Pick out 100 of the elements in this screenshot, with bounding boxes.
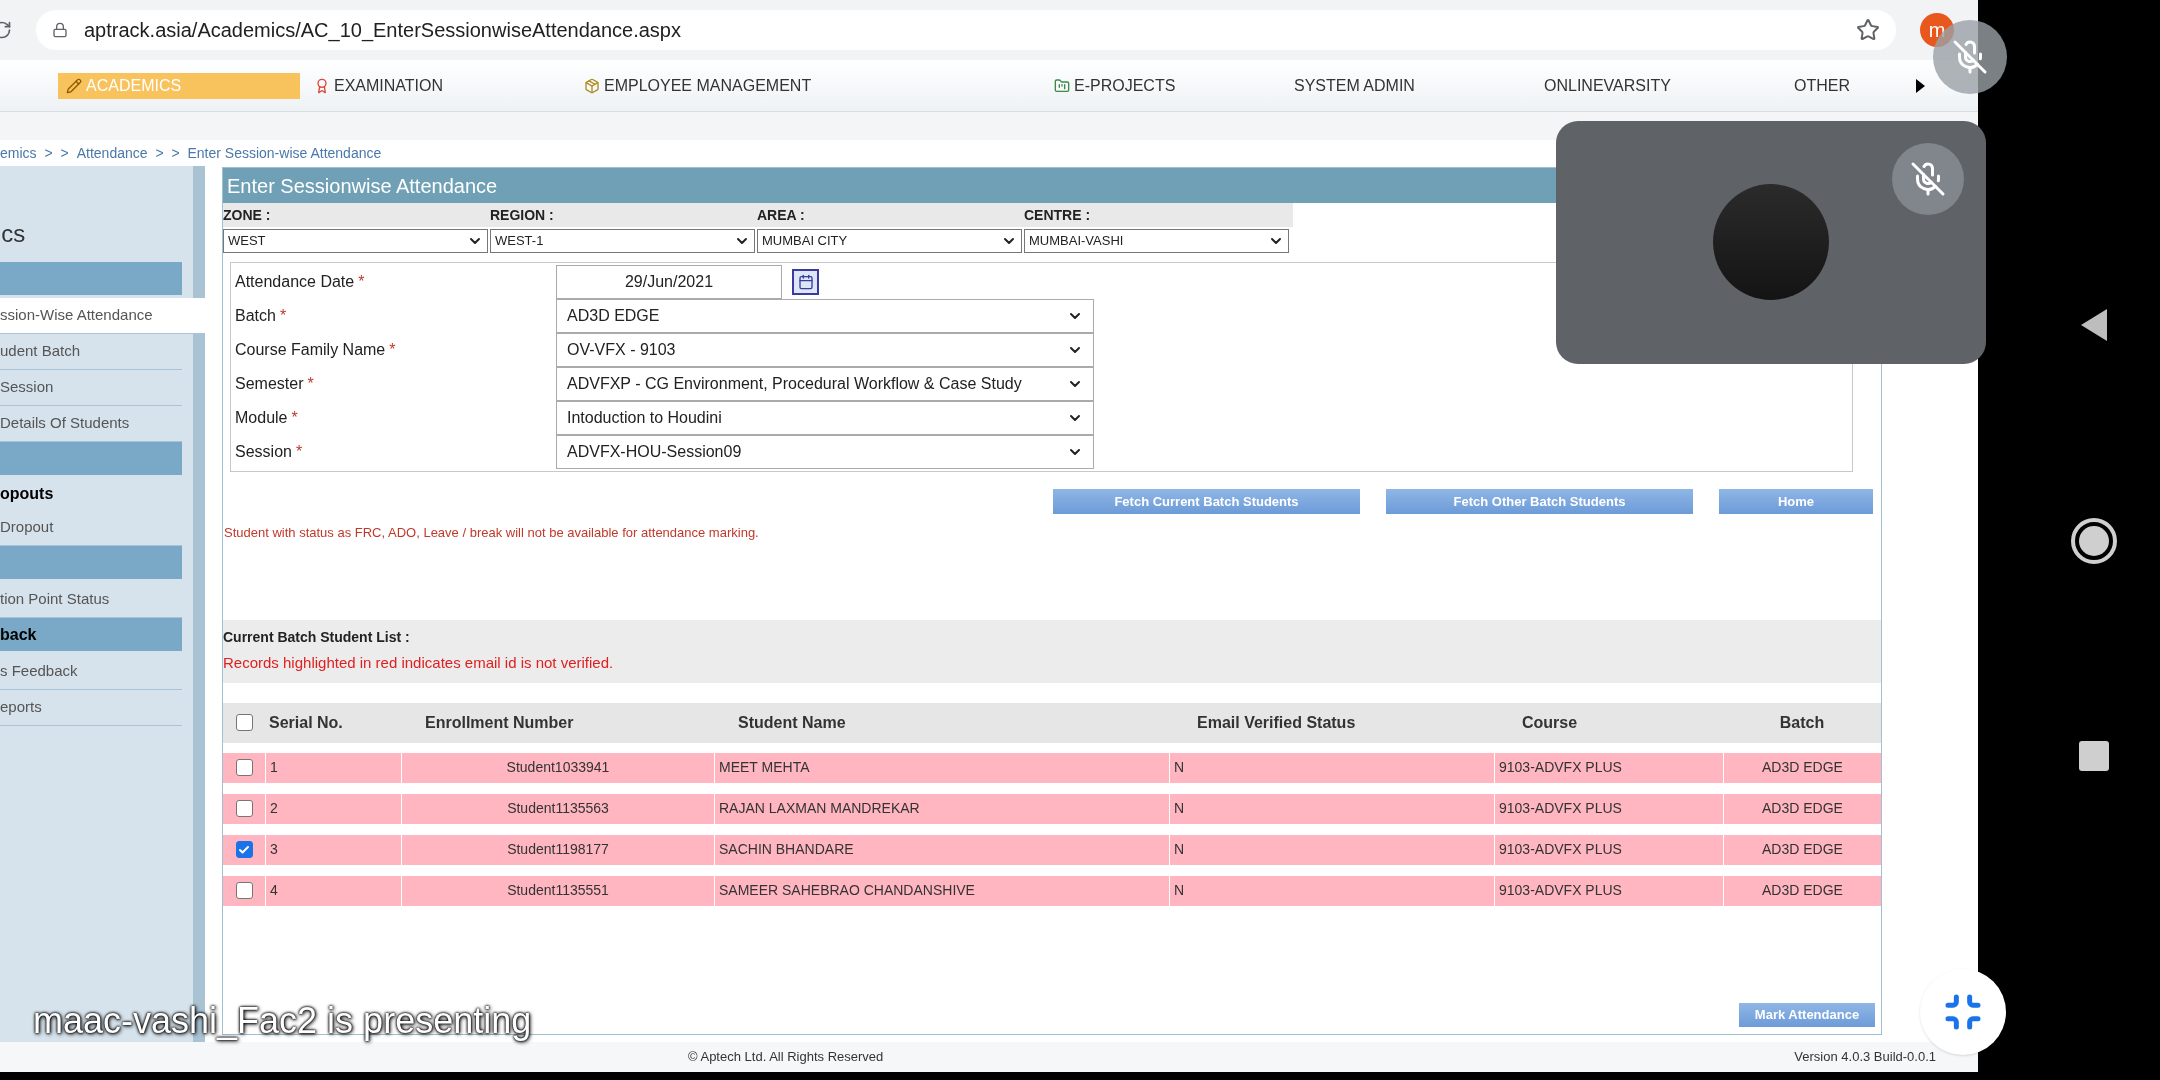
back-icon[interactable] [2081,308,2107,341]
breadcrumb-text: > > [44,143,69,163]
filter-dropdown[interactable]: MUMBAI-VASHI [1024,229,1289,253]
calendar-icon[interactable] [792,269,819,295]
required-mark: * [295,442,303,462]
column-header: Student Name [738,713,846,731]
table-cell-text: Student1033941 [506,758,610,777]
checkbox[interactable] [235,714,253,731]
required-mark: * [279,306,287,326]
exit-fullscreen-icon [1943,992,1983,1032]
table-cell-text: 1 [270,758,278,777]
menu-item[interactable]: OTHER [1786,72,1906,99]
table-cell-text: SAMEER SAHEBRAO CHANDANSHIVE [719,881,975,900]
menu-item[interactable]: E-PROJECTS [1046,72,1286,99]
form-dropdown[interactable]: Intoduction to Houdini [556,401,1094,435]
field-label: Module [235,408,288,428]
table-cell-text: RAJAN LAXMAN MANDREKAR [719,799,920,818]
filter-label: CENTRE : [1024,205,1092,225]
table-cell-text: AD3D EDGE [1762,758,1843,777]
recents-icon[interactable] [2079,741,2109,772]
column-header: Course [1522,713,1578,731]
filter-label: REGION : [490,205,555,225]
table-cell-text: N [1174,881,1185,900]
table-cell-text: Student1198177 [507,840,609,859]
checkbox[interactable] [235,841,253,858]
table-cell-text: 4 [270,881,278,900]
lock-icon [52,22,68,38]
table-cell-text: 9103-ADVFX PLUS [1499,881,1622,900]
table-cell-text: 9103-ADVFX PLUS [1499,840,1622,859]
field-label: Attendance Date [235,272,355,292]
table-cell-text: N [1174,799,1185,818]
filter-dropdown[interactable]: WEST [223,229,488,253]
required-mark: * [291,408,298,428]
url-text: aptrack.asia/Academics/AC_10_EnterSessionwiseAttendance.aspx [84,18,682,44]
section-heading: back [0,624,37,645]
checkbox[interactable] [235,882,253,899]
presenter-label: maac-vashi_Fac2 is presenting [33,994,532,1048]
menu-item[interactable]: SYSTEM ADMIN [1286,72,1536,99]
status-note: Student with status as FRC, ADO, Leave / break will not be available for attendance marking. [223,524,760,542]
sidebar-item[interactable]: ssion-Wise Attendance [0,298,205,334]
form-dropdown[interactable]: AD3D EDGE [556,299,1094,333]
filter-dropdown[interactable]: MUMBAI CITY [757,229,1022,253]
folder-icon [1054,77,1070,94]
breadcrumb-link[interactable]: Attendance [76,142,148,164]
form-dropdown[interactable]: OV-VFX - 9103 [556,333,1094,367]
sidebar-item[interactable]: s Feedback [0,654,182,690]
scroll-right-icon[interactable] [1916,78,1925,93]
table-cell-text: Student1135563 [507,799,609,818]
list-title: Current Batch Student List : [223,628,410,648]
field-label: Session [235,442,292,462]
bookmark-star-icon[interactable] [1856,18,1880,42]
package-icon [584,77,600,94]
sidebar-item[interactable]: Session [0,370,182,406]
list-note: Records highlighted in red indicates email id is not verified. [223,653,614,674]
section-heading: opouts [0,484,55,504]
filter-label: AREA : [757,205,806,225]
address-bar[interactable]: aptrack.asia/Academics/AC_10_EnterSessionwiseAttendance.aspx [36,10,1896,50]
column-header: Email Verified Status [1197,713,1356,731]
copyright-text: © Aptech Ltd. All Rights Reserved [688,1048,884,1067]
table-cell-text: Student1135551 [507,881,609,900]
menu-item[interactable]: ONLINEVARSITY [1536,72,1786,99]
check-icon [238,843,250,856]
checkbox[interactable] [235,759,253,776]
menu-item[interactable]: EMPLOYEE MANAGEMENT [576,72,1046,99]
table-cell-text: AD3D EDGE [1762,840,1843,859]
table-cell-text: MEET MEHTA [719,758,810,777]
filter-dropdown[interactable]: WEST-1 [490,229,755,253]
table-cell-text: 2 [270,799,278,818]
table-cell-text: 3 [270,840,278,859]
column-header: Enrollment Number [425,713,574,731]
filter-label: ZONE : [223,205,272,225]
sidebar-title: ics [0,219,27,249]
field-label: Batch [235,306,276,326]
date-field[interactable]: 29/Jun/2021 [556,265,782,299]
form-dropdown[interactable]: ADVFXP - CG Environment, Procedural Workflow & Case Study [556,367,1094,401]
required-mark: * [307,374,314,394]
table-cell-text: 9103-ADVFX PLUS [1499,799,1622,818]
column-header: Batch [1779,713,1825,731]
table-cell-text: 9103-ADVFX PLUS [1499,758,1622,777]
menu-item[interactable]: EXAMINATION [306,72,576,99]
field-label: Semester [235,374,304,394]
pencil-icon [66,77,82,94]
sidebar-item[interactable]: udent Batch [0,334,182,370]
breadcrumb-text: > > Enter Session-wise Attendance [155,143,382,163]
form-dropdown[interactable]: ADVFX-HOU-Session09 [556,435,1094,469]
table-cell-text: AD3D EDGE [1762,799,1843,818]
table-cell-text: N [1174,840,1185,859]
checkbox[interactable] [235,800,253,817]
award-icon [314,77,330,94]
table-cell-text: SACHIN BHANDARE [719,840,854,859]
home-icon[interactable] [2071,518,2117,564]
required-mark: * [358,272,365,292]
table-cell-text: AD3D EDGE [1762,881,1843,900]
version-text: Version 4.0.3 Build-0.0.1 [1794,1048,1936,1067]
field-label: Course Family Name [235,340,386,360]
breadcrumb-link[interactable]: emics [0,142,37,164]
required-mark: * [389,340,396,360]
column-header: Serial No. [269,713,343,731]
sidebar-item[interactable]: eports [0,690,182,726]
table-cell-text: N [1174,758,1185,777]
